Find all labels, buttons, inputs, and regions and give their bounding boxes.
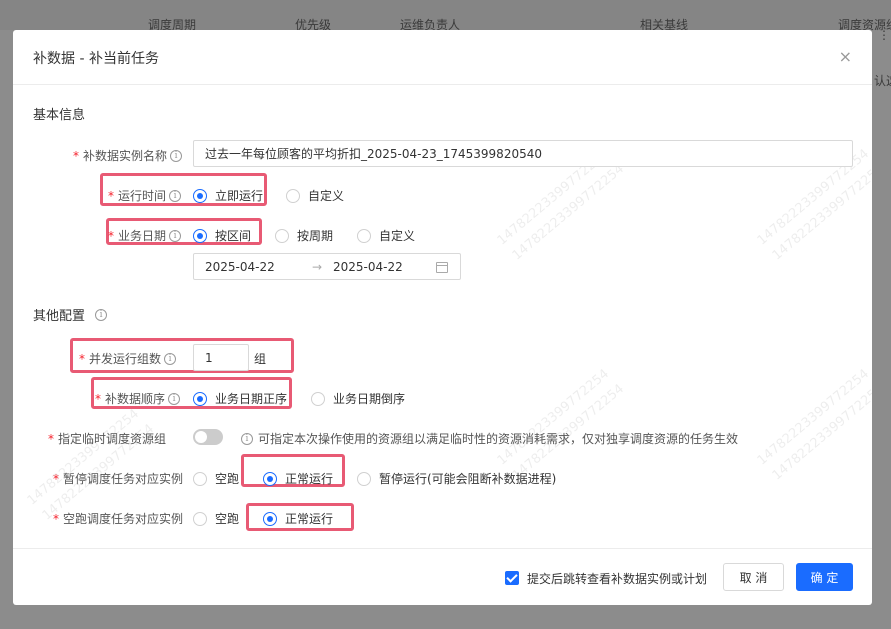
- jump-checkbox-label[interactable]: 提交后跳转查看补数据实例或计划: [527, 570, 707, 587]
- info-icon: i: [241, 432, 253, 445]
- watermark: 14782223399772254: [769, 161, 872, 264]
- watermark: 14782223399772254: [24, 406, 142, 509]
- radio-paused-pause[interactable]: 暂停运行(可能会阻断补数据进程): [357, 470, 556, 487]
- dialog-title: 补数据 - 补当前任务: [33, 51, 159, 67]
- dialog-footer: 提交后跳转查看补数据实例或计划 取 消 确 定: [13, 548, 872, 605]
- radio-dryrun-normal[interactable]: 正常运行: [263, 510, 333, 527]
- info-icon: i: [170, 149, 183, 162]
- date-start[interactable]: 2025-04-22: [205, 260, 275, 274]
- order-label: * 补数据顺序 i: [95, 390, 181, 407]
- arrow-right-icon: →: [312, 259, 323, 274]
- info-icon: i: [169, 229, 182, 242]
- bg-side-text: 认这: [874, 74, 891, 88]
- info-icon: i: [168, 392, 181, 405]
- radio-date-custom[interactable]: 自定义: [357, 227, 415, 244]
- info-icon: i: [169, 189, 182, 202]
- section-basic-info: 基本信息: [33, 108, 86, 123]
- cancel-button[interactable]: 取 消: [723, 563, 784, 591]
- section-other-config: 其他配置 i: [33, 305, 108, 324]
- watermark: 14782223399772254: [769, 381, 872, 484]
- jump-checkbox[interactable]: [505, 571, 519, 585]
- watermark: 14782223399772254: [754, 366, 872, 469]
- radio-dryrun-dryrun[interactable]: 空跑: [193, 510, 239, 527]
- radio-order-asc[interactable]: 业务日期正序: [193, 390, 287, 407]
- watermark: 14782223399772254: [509, 161, 627, 264]
- radio-run-now[interactable]: 立即运行: [193, 187, 263, 204]
- run-time-label: * 运行时间 i: [108, 187, 182, 204]
- watermark: 14782223399772254: [494, 366, 612, 469]
- temp-resource-group-toggle[interactable]: [193, 429, 223, 445]
- concurrency-label: * 并发运行组数 i: [79, 350, 177, 367]
- backfill-dialog: 14782223399772254 14782223399772254 1478…: [13, 30, 872, 605]
- date-range-picker[interactable]: 2025-04-22 → 2025-04-22: [193, 253, 461, 280]
- close-icon[interactable]: ×: [839, 47, 852, 66]
- concurrency-unit: 组: [254, 352, 267, 366]
- background-table-header: 调度周期 优先级 运维负责人 相关基线 调度资源组: [0, 0, 891, 32]
- more-icon: ⋮: [878, 28, 890, 42]
- radio-order-desc[interactable]: 业务日期倒序: [311, 390, 405, 407]
- radio-by-range[interactable]: 按区间: [193, 227, 251, 244]
- paused-tasks-label: * 暂停调度任务对应实例: [53, 471, 184, 487]
- radio-paused-dryrun[interactable]: 空跑: [193, 470, 239, 487]
- dryrun-tasks-label: * 空跑调度任务对应实例: [53, 511, 184, 527]
- info-icon: i: [164, 352, 177, 365]
- calendar-icon: [436, 262, 448, 273]
- dialog-header: 补数据 - 补当前任务 ×: [13, 30, 872, 85]
- radio-paused-normal[interactable]: 正常运行: [263, 470, 333, 487]
- date-end[interactable]: 2025-04-22: [333, 260, 403, 274]
- temp-resource-group-hint: i 可指定本次操作使用的资源组以满足临时性的资源消耗需求，仅对独享调度资源的任务…: [241, 430, 738, 447]
- instance-name-label: * 补数据实例名称 i: [73, 147, 183, 164]
- biz-date-label: * 业务日期 i: [108, 227, 182, 244]
- radio-by-period[interactable]: 按周期: [275, 227, 333, 244]
- temp-resource-group-label: * 指定临时调度资源组: [48, 431, 167, 447]
- radio-run-custom[interactable]: 自定义: [286, 187, 344, 204]
- concurrency-input[interactable]: 1: [193, 344, 249, 371]
- confirm-button[interactable]: 确 定: [796, 563, 853, 591]
- info-icon: i: [95, 308, 108, 321]
- instance-name-input[interactable]: 过去一年每位顾客的平均折扣_2025-04-23_1745399820540: [193, 140, 853, 167]
